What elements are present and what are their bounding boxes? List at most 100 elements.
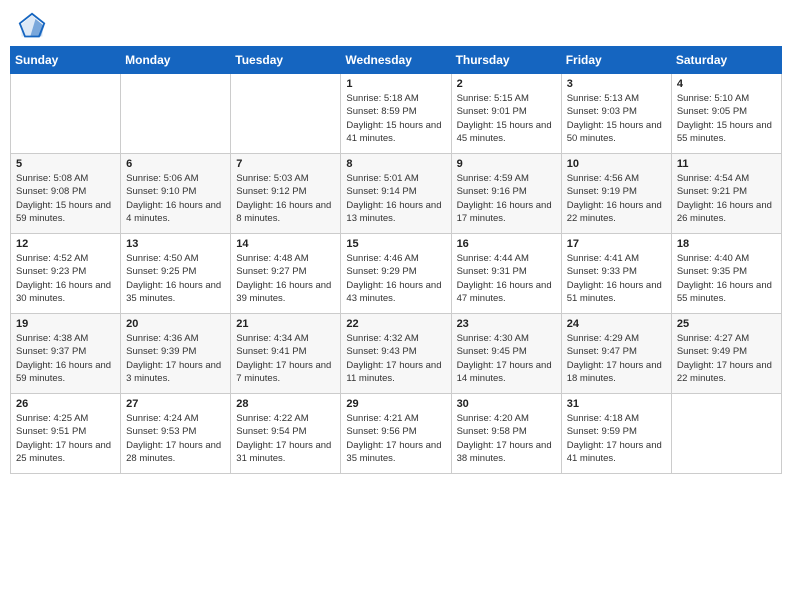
day-info: Sunrise: 4:30 AM Sunset: 9:45 PM Dayligh… — [457, 332, 556, 385]
weekday-header-friday: Friday — [561, 47, 671, 74]
weekday-header-saturday: Saturday — [671, 47, 781, 74]
day-number: 23 — [457, 318, 556, 330]
day-number: 9 — [457, 158, 556, 170]
day-info: Sunrise: 4:18 AM Sunset: 9:59 PM Dayligh… — [567, 412, 666, 465]
day-number: 1 — [346, 78, 445, 90]
day-info: Sunrise: 4:25 AM Sunset: 9:51 PM Dayligh… — [16, 412, 115, 465]
day-number: 6 — [126, 158, 225, 170]
weekday-header-row: SundayMondayTuesdayWednesdayThursdayFrid… — [11, 47, 782, 74]
calendar-cell: 19 Sunrise: 4:38 AM Sunset: 9:37 PM Dayli… — [11, 314, 121, 394]
day-info: Sunrise: 4:56 AM Sunset: 9:19 PM Dayligh… — [567, 172, 666, 225]
day-number: 22 — [346, 318, 445, 330]
calendar-cell: 31 Sunrise: 4:18 AM Sunset: 9:59 PM Dayli… — [561, 394, 671, 474]
day-info: Sunrise: 4:38 AM Sunset: 9:37 PM Dayligh… — [16, 332, 115, 385]
day-number: 7 — [236, 158, 335, 170]
calendar-cell: 20Sunrise: 4:36 AM Sunset: 9:39 PM Dayli… — [121, 314, 231, 394]
day-info: Sunrise: 4:40 AM Sunset: 9:35 PM Dayligh… — [677, 252, 776, 305]
day-number: 27 — [126, 398, 225, 410]
day-info: Sunrise: 5:18 AM Sunset: 8:59 PM Dayligh… — [346, 92, 445, 145]
calendar-cell: 2 Sunrise: 5:15 AM Sunset: 9:01 PM Daylig… — [451, 74, 561, 154]
week-row-2: 5 Sunrise: 5:08 AM Sunset: 9:08 PM Daylig… — [11, 154, 782, 234]
calendar-cell: 1 Sunrise: 5:18 AM Sunset: 8:59 PM Daylig… — [341, 74, 451, 154]
day-number: 8 — [346, 158, 445, 170]
calendar-cell: 8 Sunrise: 5:01 AM Sunset: 9:14 PM Daylig… — [341, 154, 451, 234]
calendar-cell: 5 Sunrise: 5:08 AM Sunset: 9:08 PM Daylig… — [11, 154, 121, 234]
calendar-cell: 21 Sunrise: 4:34 AM Sunset: 9:41 PM Dayli… — [231, 314, 341, 394]
calendar-cell: 4 Sunrise: 5:10 AM Sunset: 9:05 PM Daylig… — [671, 74, 781, 154]
calendar-cell: 6Sunrise: 5:06 AM Sunset: 9:10 PM Daylig… — [121, 154, 231, 234]
day-info: Sunrise: 5:01 AM Sunset: 9:14 PM Dayligh… — [346, 172, 445, 225]
day-number: 11 — [677, 158, 776, 170]
calendar-cell: 28 Sunrise: 4:22 AM Sunset: 9:54 PM Dayli… — [231, 394, 341, 474]
day-info: Sunrise: 4:54 AM Sunset: 9:21 PM Dayligh… — [677, 172, 776, 225]
day-info: Sunrise: 5:13 AM Sunset: 9:03 PM Dayligh… — [567, 92, 666, 145]
calendar-cell — [231, 74, 341, 154]
day-info: Sunrise: 4:22 AM Sunset: 9:54 PM Dayligh… — [236, 412, 335, 465]
calendar-wrap: SundayMondayTuesdayWednesdayThursdayFrid… — [0, 46, 792, 484]
day-info: Sunrise: 4:27 AM Sunset: 9:49 PM Dayligh… — [677, 332, 776, 385]
calendar-cell: 25 Sunrise: 4:27 AM Sunset: 9:49 PM Dayli… — [671, 314, 781, 394]
calendar-cell — [121, 74, 231, 154]
day-number: 17 — [567, 238, 666, 250]
day-number: 15 — [346, 238, 445, 250]
day-number: 12 — [16, 238, 115, 250]
day-number: 13 — [126, 238, 225, 250]
day-number: 20 — [126, 318, 225, 330]
calendar-cell: 14 Sunrise: 4:48 AM Sunset: 9:27 PM Dayli… — [231, 234, 341, 314]
weekday-header-sunday: Sunday — [11, 47, 121, 74]
day-number: 26 — [16, 398, 115, 410]
calendar-cell: 16Sunrise: 4:44 AM Sunset: 9:31 PM Dayli… — [451, 234, 561, 314]
day-number: 18 — [677, 238, 776, 250]
day-number: 24 — [567, 318, 666, 330]
weekday-header-wednesday: Wednesday — [341, 47, 451, 74]
day-info: Sunrise: 4:34 AM Sunset: 9:41 PM Dayligh… — [236, 332, 335, 385]
day-info: Sunrise: 4:44 AM Sunset: 9:31 PM Dayligh… — [457, 252, 556, 305]
day-info: Sunrise: 4:48 AM Sunset: 9:27 PM Dayligh… — [236, 252, 335, 305]
header — [0, 0, 792, 46]
day-number: 4 — [677, 78, 776, 90]
day-info: Sunrise: 5:10 AM Sunset: 9:05 PM Dayligh… — [677, 92, 776, 145]
day-number: 10 — [567, 158, 666, 170]
day-info: Sunrise: 5:03 AM Sunset: 9:12 PM Dayligh… — [236, 172, 335, 225]
calendar-cell: 9Sunrise: 4:59 AM Sunset: 9:16 PM Daylig… — [451, 154, 561, 234]
calendar-cell: 26 Sunrise: 4:25 AM Sunset: 9:51 PM Dayli… — [11, 394, 121, 474]
calendar-cell: 23 Sunrise: 4:30 AM Sunset: 9:45 PM Dayli… — [451, 314, 561, 394]
calendar-cell: 27 Sunrise: 4:24 AM Sunset: 9:53 PM Dayli… — [121, 394, 231, 474]
weekday-header-tuesday: Tuesday — [231, 47, 341, 74]
day-info: Sunrise: 4:21 AM Sunset: 9:56 PM Dayligh… — [346, 412, 445, 465]
day-number: 21 — [236, 318, 335, 330]
day-number: 5 — [16, 158, 115, 170]
weekday-header-thursday: Thursday — [451, 47, 561, 74]
calendar-cell: 12Sunrise: 4:52 AM Sunset: 9:23 PM Dayli… — [11, 234, 121, 314]
calendar-cell: 24 Sunrise: 4:29 AM Sunset: 9:47 PM Dayli… — [561, 314, 671, 394]
calendar-cell — [11, 74, 121, 154]
day-info: Sunrise: 4:24 AM Sunset: 9:53 PM Dayligh… — [126, 412, 225, 465]
day-number: 2 — [457, 78, 556, 90]
logo — [18, 12, 50, 40]
day-info: Sunrise: 5:08 AM Sunset: 9:08 PM Dayligh… — [16, 172, 115, 225]
calendar-cell: 29 Sunrise: 4:21 AM Sunset: 9:56 PM Dayli… — [341, 394, 451, 474]
day-number: 30 — [457, 398, 556, 410]
calendar-cell: 10 Sunrise: 4:56 AM Sunset: 9:19 PM Dayli… — [561, 154, 671, 234]
day-number: 14 — [236, 238, 335, 250]
calendar-cell: 30Sunrise: 4:20 AM Sunset: 9:58 PM Dayli… — [451, 394, 561, 474]
calendar-cell: 17 Sunrise: 4:41 AM Sunset: 9:33 PM Dayli… — [561, 234, 671, 314]
logo-icon — [18, 12, 46, 40]
day-number: 28 — [236, 398, 335, 410]
calendar-cell: 3Sunrise: 5:13 AM Sunset: 9:03 PM Daylig… — [561, 74, 671, 154]
day-number: 29 — [346, 398, 445, 410]
calendar-table: SundayMondayTuesdayWednesdayThursdayFrid… — [10, 46, 782, 474]
calendar-cell — [671, 394, 781, 474]
week-row-3: 12Sunrise: 4:52 AM Sunset: 9:23 PM Dayli… — [11, 234, 782, 314]
calendar-cell: 7 Sunrise: 5:03 AM Sunset: 9:12 PM Daylig… — [231, 154, 341, 234]
day-number: 31 — [567, 398, 666, 410]
day-number: 25 — [677, 318, 776, 330]
calendar-cell: 15Sunrise: 4:46 AM Sunset: 9:29 PM Dayli… — [341, 234, 451, 314]
day-info: Sunrise: 4:41 AM Sunset: 9:33 PM Dayligh… — [567, 252, 666, 305]
weekday-header-monday: Monday — [121, 47, 231, 74]
page: SundayMondayTuesdayWednesdayThursdayFrid… — [0, 0, 792, 612]
day-number: 19 — [16, 318, 115, 330]
calendar-cell: 13Sunrise: 4:50 AM Sunset: 9:25 PM Dayli… — [121, 234, 231, 314]
day-info: Sunrise: 5:15 AM Sunset: 9:01 PM Dayligh… — [457, 92, 556, 145]
day-info: Sunrise: 4:29 AM Sunset: 9:47 PM Dayligh… — [567, 332, 666, 385]
